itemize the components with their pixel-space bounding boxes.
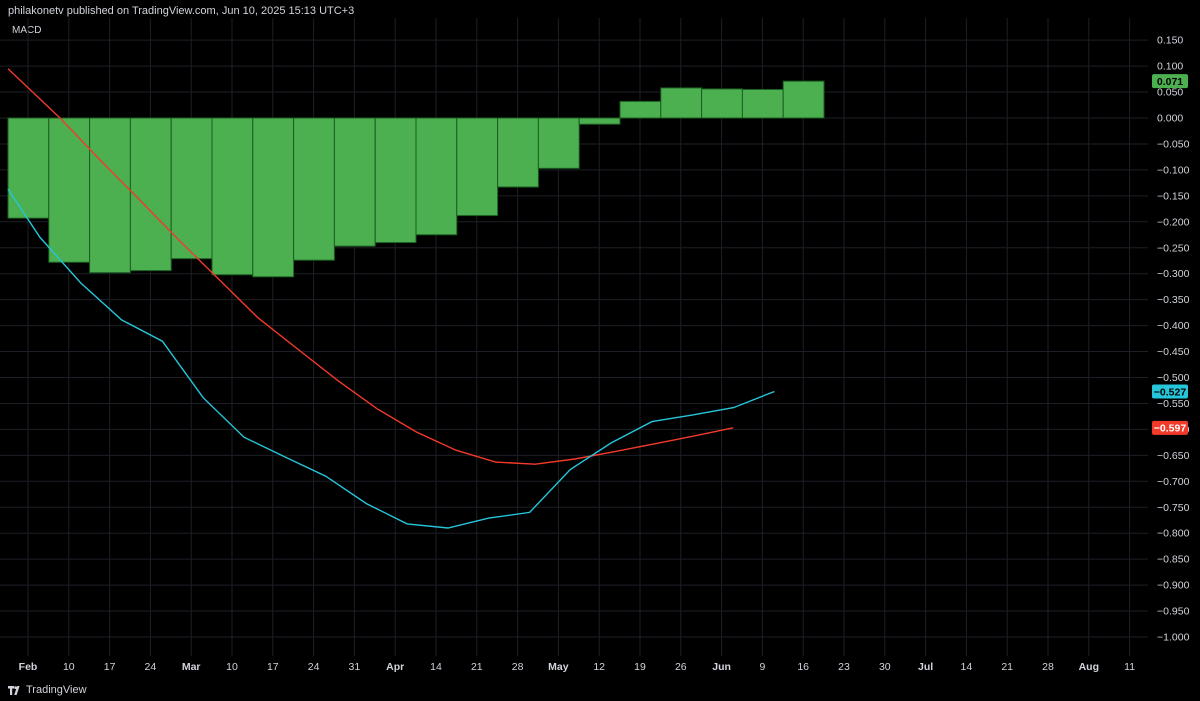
x-tick-label: 17 xyxy=(267,661,279,673)
y-tick-label: −0.350 xyxy=(1157,294,1190,306)
x-tick-label: 30 xyxy=(879,661,891,673)
x-tick-label: 14 xyxy=(430,661,442,673)
last-value-badge-histogram: 0.071 xyxy=(1152,74,1188,89)
y-tick-label: −0.250 xyxy=(1157,242,1190,254)
x-tick-label: 16 xyxy=(797,661,809,673)
x-tick-label: 28 xyxy=(512,661,524,673)
x-tick-label: 28 xyxy=(1042,661,1054,673)
x-tick-label: 9 xyxy=(759,661,765,673)
y-tick-label: −0.750 xyxy=(1157,502,1190,514)
x-tick-label: Feb xyxy=(19,661,38,673)
footer-brand[interactable]: TradingView xyxy=(8,684,87,696)
histogram-bar xyxy=(619,100,662,119)
histogram-bar xyxy=(374,117,417,244)
y-tick-label: 0.000 xyxy=(1157,113,1183,125)
time-scale[interactable]: Feb 10 17 24 Mar 10 17 24 31 Apr 14 21 28 May 12 19 26 Ju… xyxy=(19,661,1136,673)
histogram-bar xyxy=(578,117,621,125)
grid-lines xyxy=(0,18,1148,656)
x-tick-label: May xyxy=(548,661,569,673)
y-tick-label: −0.450 xyxy=(1157,346,1190,358)
footer-brand-label: TradingView xyxy=(26,684,87,696)
y-tick-label: 0.150 xyxy=(1157,35,1183,47)
badge-value: 0.071 xyxy=(1157,76,1183,88)
y-tick-label: −0.400 xyxy=(1157,320,1190,332)
x-tick-label: 19 xyxy=(634,661,646,673)
price-scale[interactable]: 0.150 0.100 0.050 0.000 −0.050 −0.100 −0.150 −0… xyxy=(1157,35,1190,644)
x-tick-label: Mar xyxy=(182,661,201,673)
histogram-bar xyxy=(252,117,295,278)
x-tick-label: 10 xyxy=(226,661,238,673)
histogram-bar xyxy=(741,88,784,119)
histogram-bar xyxy=(456,117,499,217)
x-tick-label: 10 xyxy=(63,661,75,673)
tradingview-logo-icon xyxy=(8,686,22,695)
y-tick-label: −0.300 xyxy=(1157,268,1190,280)
badge-value: −0.597 xyxy=(1154,423,1187,435)
histogram-bar xyxy=(660,87,703,119)
histogram-bar xyxy=(701,88,743,119)
y-tick-label: −0.050 xyxy=(1157,138,1190,150)
y-tick-label: −0.850 xyxy=(1157,554,1190,566)
y-tick-label: −0.200 xyxy=(1157,216,1190,228)
y-tick-label: −0.800 xyxy=(1157,528,1190,540)
y-tick-label: −0.900 xyxy=(1157,580,1190,592)
x-tick-label: Aug xyxy=(1079,661,1099,673)
y-tick-label: 0.050 xyxy=(1157,87,1183,99)
x-tick-label: Jun xyxy=(712,661,731,673)
x-tick-label: 12 xyxy=(593,661,605,673)
y-tick-label: −0.550 xyxy=(1157,398,1190,410)
x-tick-label: 21 xyxy=(471,661,483,673)
x-tick-label: 26 xyxy=(675,661,687,673)
x-tick-label: 14 xyxy=(961,661,973,673)
last-value-badge-signal: −0.597 xyxy=(1152,420,1188,435)
x-tick-label: Jul xyxy=(918,661,933,673)
histogram-bar xyxy=(537,117,580,169)
histogram-bar xyxy=(48,117,91,263)
x-tick-label: Apr xyxy=(386,661,404,673)
x-tick-label: 17 xyxy=(104,661,116,673)
y-tick-label: −0.700 xyxy=(1157,476,1190,488)
last-value-badge-macd: −0.527 xyxy=(1152,384,1188,399)
x-tick-label: 11 xyxy=(1124,661,1135,673)
histogram-bar xyxy=(497,117,539,188)
histogram-bar xyxy=(293,117,335,261)
histogram-bar xyxy=(333,117,376,247)
histogram-bar xyxy=(89,117,131,274)
y-tick-label: −1.000 xyxy=(1157,632,1190,644)
badge-value: −0.527 xyxy=(1154,386,1187,398)
y-tick-label: −0.650 xyxy=(1157,450,1190,462)
x-tick-label: 23 xyxy=(838,661,850,673)
histogram-bar xyxy=(7,117,50,219)
x-tick-label: 31 xyxy=(349,661,361,673)
y-tick-label: −0.100 xyxy=(1157,164,1190,176)
x-tick-label: 24 xyxy=(308,661,320,673)
y-tick-label: −0.150 xyxy=(1157,190,1190,202)
y-tick-label: −0.500 xyxy=(1157,372,1190,384)
x-tick-label: 24 xyxy=(145,661,157,673)
chart-window: philakonetv published on TradingView.com… xyxy=(0,0,1200,701)
histogram-bar xyxy=(415,117,458,236)
histogram-bar xyxy=(211,117,254,276)
histogram-bar xyxy=(129,117,172,272)
histogram-bar xyxy=(782,80,825,119)
y-tick-label: 0.100 xyxy=(1157,61,1183,73)
x-tick-label: 21 xyxy=(1001,661,1013,673)
macd-chart[interactable]: 0.150 0.100 0.050 0.000 −0.050 −0.100 −0.150 −0… xyxy=(0,0,1200,701)
y-tick-label: −0.950 xyxy=(1157,606,1190,618)
